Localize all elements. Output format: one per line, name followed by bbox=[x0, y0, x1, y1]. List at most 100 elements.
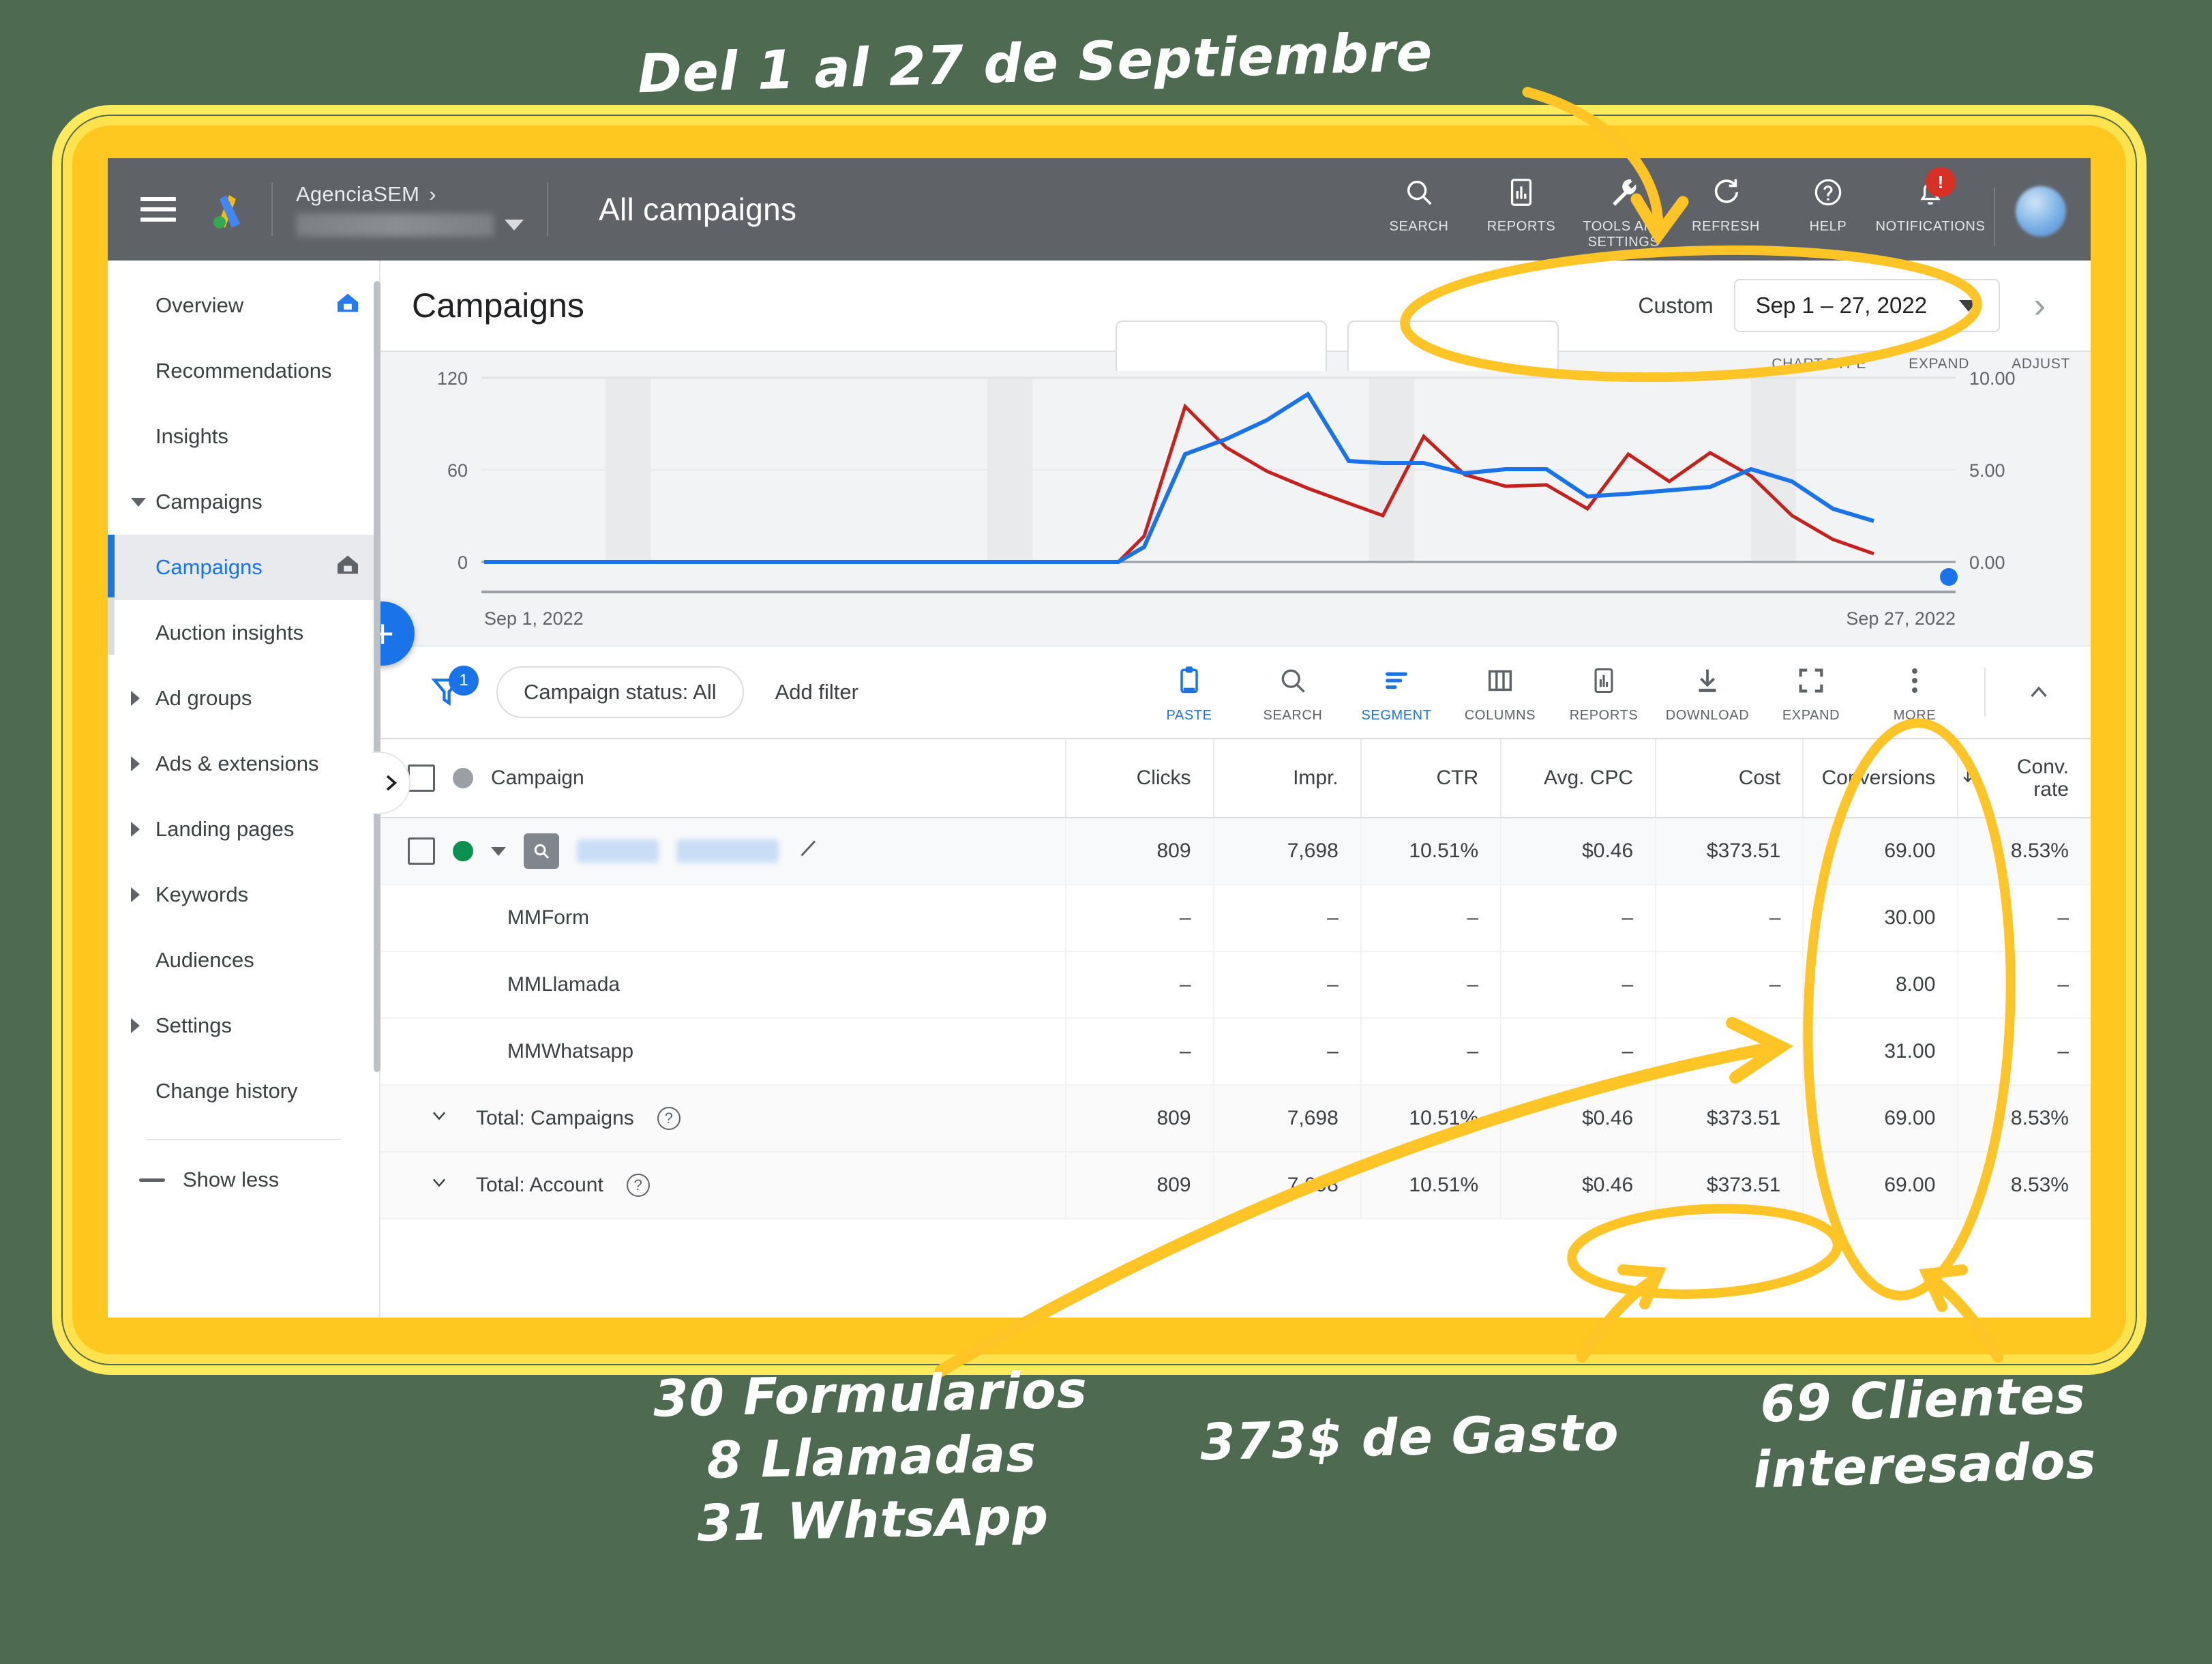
date-next-button[interactable]: › bbox=[2020, 285, 2059, 326]
table-header-avg-cpc[interactable]: Avg. CPC bbox=[1500, 738, 1656, 818]
toolbar-reports-button[interactable]: REPORTS bbox=[1552, 662, 1656, 724]
chevron-down-icon[interactable] bbox=[425, 1173, 453, 1198]
sidebar-item-ads-extensions[interactable]: Ads & extensions bbox=[108, 731, 379, 797]
sidebar-item-audiences[interactable]: Audiences bbox=[108, 927, 379, 993]
table-header-clicks[interactable]: Clicks bbox=[1065, 738, 1214, 818]
help-icon[interactable]: ? bbox=[657, 1107, 681, 1130]
toolbar-label: SEGMENT bbox=[1361, 707, 1432, 723]
table-header-cost[interactable]: Cost bbox=[1655, 738, 1804, 818]
table-row[interactable]: 809 7,698 10.51% $0.46 $373.51 69.00 8.5… bbox=[380, 818, 2091, 885]
sidebar-item-insights[interactable]: Insights bbox=[108, 404, 379, 469]
date-range-value: Sep 1 – 27, 2022 bbox=[1755, 293, 1928, 318]
sidebar-group-campaigns[interactable]: Campaigns bbox=[108, 469, 379, 535]
top-action-label: TOOLS AND SETTINGS bbox=[1583, 219, 1664, 250]
sidebar-item-label: Auction insights bbox=[155, 621, 304, 644]
filter-funnel-button[interactable]: 1 bbox=[428, 665, 479, 714]
top-action-search[interactable]: SEARCH bbox=[1368, 168, 1470, 235]
toolbar-expand-button[interactable]: EXPAND bbox=[1759, 662, 1863, 724]
status-column-icon bbox=[453, 768, 473, 788]
total-name-cell: Total: Campaigns ? bbox=[380, 1084, 1066, 1153]
table-header-campaign[interactable]: Campaign bbox=[380, 738, 1066, 818]
table-row[interactable]: MMWhatsapp – – – – – 31.00 – bbox=[380, 1018, 2091, 1086]
toolbar-label: MORE bbox=[1893, 707, 1937, 723]
chevron-right-icon bbox=[131, 756, 140, 771]
help-icon bbox=[1812, 174, 1844, 211]
total-name-cell: Total: Account ? bbox=[380, 1151, 1066, 1219]
toolbar-label: DOWNLOAD bbox=[1665, 707, 1750, 723]
account-selector[interactable]: AgenciaSEM › bbox=[296, 182, 524, 237]
select-all-checkbox[interactable] bbox=[408, 764, 435, 792]
top-actions: SEARCH REPORTS TOOLS AND SETTINGS REFRES… bbox=[1368, 167, 2091, 250]
divider bbox=[271, 183, 273, 236]
toolbar-paste-button[interactable]: PASTE bbox=[1137, 662, 1241, 724]
sidebar-item-label: Keywords bbox=[155, 882, 249, 906]
sidebar-item-change-history[interactable]: Change history bbox=[108, 1058, 379, 1124]
sidebar-item-label: Ads & extensions bbox=[155, 752, 319, 775]
google-ads-logo bbox=[206, 188, 248, 231]
table-header-conversions[interactable]: Conversions bbox=[1802, 738, 1958, 818]
chevron-down-icon[interactable] bbox=[491, 846, 506, 856]
help-icon[interactable]: ? bbox=[626, 1174, 650, 1197]
chevron-down-icon[interactable] bbox=[505, 220, 524, 231]
sidebar-item-keywords[interactable]: Keywords bbox=[108, 862, 379, 927]
sidebar-show-less-label: Show less bbox=[183, 1168, 280, 1191]
sidebar-scrollbar[interactable] bbox=[374, 281, 380, 1072]
top-action-help[interactable]: HELP bbox=[1777, 168, 1879, 235]
table-row[interactable]: MMForm – – – – – 30.00 – bbox=[380, 885, 2091, 952]
add-filter-button[interactable]: Add filter bbox=[775, 680, 858, 704]
campaign-name-cell[interactable] bbox=[380, 818, 1066, 885]
sidebar-item-ad-groups[interactable]: Ad groups bbox=[108, 666, 379, 731]
sidebar-item-settings[interactable]: Settings bbox=[108, 993, 379, 1058]
chart-canvas: 120 60 0 10.00 5.00 0.00 Sep 1, 2022 Sep… bbox=[437, 368, 2016, 629]
collapse-chart-button[interactable] bbox=[2003, 680, 2074, 704]
toolbar-columns-button[interactable]: COLUMNS bbox=[1448, 662, 1552, 724]
sidebar-item-campaigns[interactable]: Campaigns bbox=[108, 535, 379, 600]
cell-cost: – bbox=[1655, 1018, 1804, 1086]
segment-label: MMWhatsapp bbox=[507, 1040, 634, 1063]
row-checkbox[interactable] bbox=[408, 837, 435, 865]
toolbar-search-button[interactable]: SEARCH bbox=[1241, 662, 1345, 724]
sidebar-item-landing-pages[interactable]: Landing pages bbox=[108, 797, 379, 862]
filter-chip-campaign-status[interactable]: Campaign status: All bbox=[496, 666, 744, 718]
top-action-refresh[interactable]: REFRESH bbox=[1675, 168, 1777, 235]
sidebar-item-auction-insights[interactable]: Auction insights bbox=[108, 597, 379, 666]
annotation-text-conversions: 30 Formularios 8 Llamadas 31 WhtsApp bbox=[653, 1359, 1090, 1556]
edit-pencil-icon[interactable] bbox=[796, 836, 821, 866]
cell-conversions: 8.00 bbox=[1802, 951, 1958, 1019]
user-avatar[interactable] bbox=[2016, 186, 2066, 237]
sidebar-item-recommendations[interactable]: Recommendations bbox=[108, 338, 379, 404]
sidebar-show-less-button[interactable]: Show less bbox=[108, 1153, 379, 1207]
hamburger-menu-icon[interactable] bbox=[140, 197, 176, 222]
chevron-down-icon[interactable] bbox=[425, 1106, 453, 1131]
top-action-reports[interactable]: REPORTS bbox=[1470, 168, 1572, 235]
sidebar-item-overview[interactable]: Overview bbox=[108, 273, 379, 338]
date-range-picker[interactable]: Sep 1 – 27, 2022 bbox=[1733, 279, 2000, 332]
more-vert-icon bbox=[1907, 662, 1922, 700]
cell-clicks: – bbox=[1065, 951, 1214, 1019]
table-header-conv-rate[interactable]: Conv. rate bbox=[1957, 738, 2091, 818]
expand-icon bbox=[1795, 662, 1827, 700]
segment-name-cell: MMForm bbox=[380, 885, 1066, 952]
top-action-notifications[interactable]: ! NOTIFICATIONS bbox=[1876, 167, 1985, 235]
campaign-name-masked bbox=[577, 840, 659, 863]
top-action-tools-and-settings[interactable]: TOOLS AND SETTINGS bbox=[1572, 168, 1675, 250]
toolbar-download-button[interactable]: DOWNLOAD bbox=[1656, 662, 1759, 724]
cell-conv-rate: 8.53% bbox=[1957, 1151, 2091, 1219]
cell-ctr: 10.51% bbox=[1360, 818, 1501, 885]
table-row-total-account: Total: Account ? 809 7,698 10.51% $0.46 … bbox=[380, 1151, 2091, 1219]
table-row[interactable]: MMLlamada – – – – – 8.00 – bbox=[380, 951, 2091, 1019]
google-ads-app-window: AgenciaSEM › All campaigns SEARCH REPORT… bbox=[108, 158, 2091, 1318]
campaign-name-masked bbox=[676, 840, 779, 863]
cell-clicks: – bbox=[1065, 1018, 1214, 1086]
chevron-down-icon bbox=[131, 497, 146, 507]
account-chevron-icon: › bbox=[429, 182, 436, 206]
top-page-title: All campaigns bbox=[599, 192, 797, 227]
chevron-right-icon bbox=[131, 691, 140, 706]
toolbar-segment-button[interactable]: SEGMENT bbox=[1345, 662, 1448, 724]
total-label: Total: Campaigns bbox=[476, 1107, 634, 1129]
toolbar-label: PASTE bbox=[1166, 707, 1212, 723]
table-header-impr[interactable]: Impr. bbox=[1212, 738, 1361, 818]
table-header-ctr[interactable]: CTR bbox=[1360, 738, 1501, 818]
toolbar-more-button[interactable]: MORE bbox=[1863, 662, 1967, 724]
table-action-icons: PASTE SEARCH SEGMENT COLUMNS REPORTS DOW… bbox=[1137, 662, 2091, 724]
